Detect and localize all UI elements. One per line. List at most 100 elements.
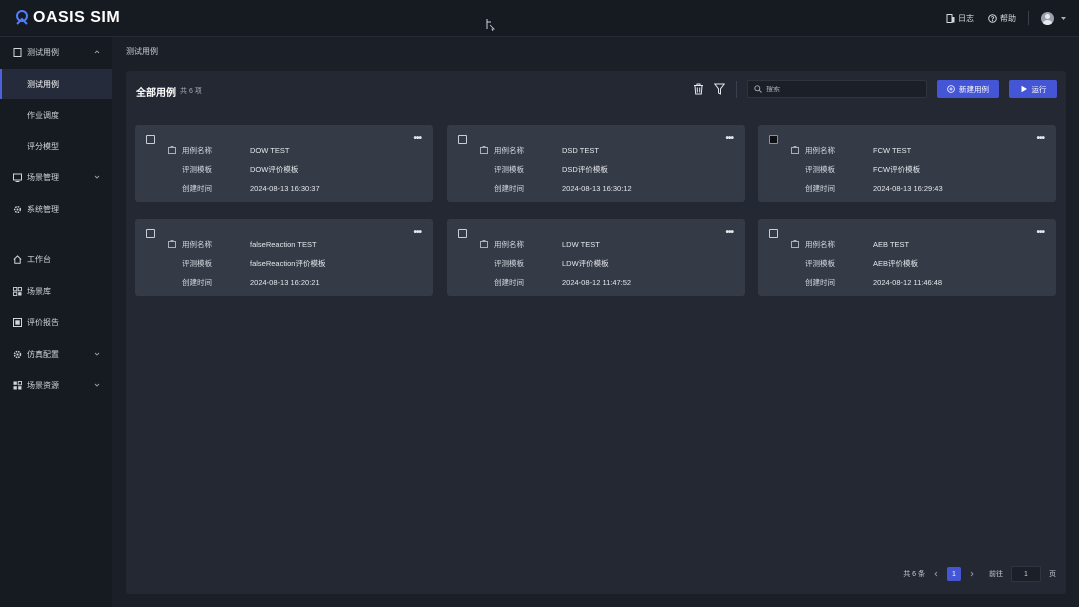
card-created-row: 创建时间 2024-08-13 16:29:43: [791, 183, 943, 193]
case-created: 2024-08-12 11:47:52: [562, 277, 632, 287]
run-button-label: 运行: [1031, 84, 1047, 94]
sidebar-item-scene-library[interactable]: 场景库: [0, 276, 112, 306]
sidebar-item-job-schedule[interactable]: 作业调度: [0, 100, 112, 130]
sidebar-item-test-cases[interactable]: 测试用例: [0, 69, 112, 99]
sidebar-item-scoring-model[interactable]: 评分模型: [0, 131, 112, 161]
new-case-button[interactable]: 新建用例: [937, 80, 999, 98]
document-icon: [946, 13, 955, 23]
case-icon: [480, 240, 488, 248]
gear-icon: [14, 205, 21, 213]
card-checkbox[interactable]: [146, 135, 155, 144]
template-label: 评测模板: [494, 258, 524, 268]
case-created: 2024-08-13 16:30:12: [562, 183, 632, 193]
test-case-card[interactable]: ••• 用例名称 FCW TEST 评测模板 FCW评价模板 创建时间 2024…: [758, 125, 1056, 202]
sidebar-group-scene-management[interactable]: 场景管理: [0, 162, 112, 192]
case-icon: [168, 240, 176, 248]
name-label: 用例名称: [494, 239, 524, 249]
card-checkbox[interactable]: [458, 229, 467, 238]
search-box[interactable]: [747, 80, 927, 98]
card-checkbox[interactable]: [146, 229, 155, 238]
logo-icon: [16, 10, 28, 25]
chevron-down-icon[interactable]: [1060, 15, 1067, 22]
card-created-row: 创建时间 2024-08-13 16:30:12: [480, 183, 632, 193]
created-label: 创建时间: [182, 277, 212, 287]
more-options-icon[interactable]: •••: [725, 227, 733, 238]
search-input[interactable]: [766, 85, 916, 93]
case-created: 2024-08-13 16:29:43: [873, 183, 943, 193]
case-icon: [791, 240, 799, 248]
case-name: AEB TEST: [873, 239, 910, 249]
card-template-row: 评测模板 AEB评价模板: [791, 258, 918, 268]
goto-page-input[interactable]: [1011, 566, 1041, 582]
card-template-row: 评测模板 LDW评价模板: [480, 258, 609, 268]
chevron-left-icon[interactable]: [933, 571, 939, 577]
card-checkbox[interactable]: [458, 135, 467, 144]
created-label: 创建时间: [182, 183, 212, 193]
more-options-icon[interactable]: •••: [1036, 133, 1044, 144]
header-divider: [1028, 11, 1029, 25]
case-icon: [480, 146, 488, 154]
sidebar-item-label: 评分模型: [27, 141, 59, 151]
test-case-card[interactable]: ••• 用例名称 AEB TEST 评测模板 AEB评价模板 创建时间 2024…: [758, 219, 1056, 296]
case-name: DOW TEST: [250, 145, 290, 155]
sidebar-group-label: 仿真配置: [27, 349, 59, 359]
help-icon: [988, 13, 997, 23]
run-button[interactable]: 运行: [1009, 80, 1057, 98]
help-link[interactable]: 帮助: [988, 13, 1016, 24]
card-created-row: 创建时间 2024-08-13 16:30:37: [168, 183, 320, 193]
grid-icon: [13, 286, 22, 296]
more-options-icon[interactable]: •••: [413, 133, 421, 144]
trash-icon[interactable]: [693, 83, 704, 95]
test-case-card[interactable]: ••• 用例名称 DSD TEST 评测模板 DSD评价模板 创建时间 2024…: [447, 125, 745, 202]
sidebar-group-simulation-config[interactable]: 仿真配置: [0, 339, 112, 369]
chevron-right-icon[interactable]: [969, 571, 975, 577]
created-label: 创建时间: [494, 277, 524, 287]
pagination-total: 共 6 条: [903, 571, 925, 578]
search-icon: [754, 85, 762, 93]
name-label: 用例名称: [805, 145, 835, 155]
card-created-row: 创建时间 2024-08-12 11:47:52: [480, 277, 631, 287]
apps-icon: [13, 380, 22, 389]
sidebar-group-label: 测试用例: [27, 47, 59, 57]
sidebar-item-system-management[interactable]: 系统管理: [0, 194, 112, 224]
test-case-card[interactable]: ••• 用例名称 DOW TEST 评测模板 DOW评价模板 创建时间 2024…: [135, 125, 433, 202]
card-name-row: 用例名称 LDW TEST: [480, 239, 600, 249]
log-link[interactable]: 日志: [946, 13, 974, 24]
card-template-row: 评测模板 falseReaction评价模板: [168, 258, 325, 268]
case-created: 2024-08-13 16:20:21: [250, 277, 320, 287]
avatar[interactable]: [1041, 11, 1054, 25]
test-case-card[interactable]: ••• 用例名称 LDW TEST 评测模板 LDW评价模板 创建时间 2024…: [447, 219, 745, 296]
logo[interactable]: OASIS SIM: [14, 9, 120, 27]
more-options-icon[interactable]: •••: [725, 133, 733, 144]
template-label: 评测模板: [494, 164, 524, 174]
page-button-current[interactable]: 1: [947, 567, 961, 581]
chevron-down-icon: [94, 352, 100, 356]
header-actions: 日志 帮助: [946, 10, 1067, 26]
card-checkbox[interactable]: [769, 229, 778, 238]
chevron-up-icon: [94, 50, 100, 54]
more-options-icon[interactable]: •••: [413, 227, 421, 238]
sidebar-group-scene-resources[interactable]: 场景资源: [0, 370, 112, 400]
mouse-cursor-icon: [486, 19, 495, 31]
case-created: 2024-08-13 16:30:37: [250, 183, 320, 193]
sidebar-item-label: 评价报告: [27, 317, 59, 327]
logo-text: OASIS SIM: [33, 9, 121, 26]
card-created-row: 创建时间 2024-08-13 16:20:21: [168, 277, 320, 287]
case-template: DSD评价模板: [562, 164, 608, 174]
case-template: FCW评价模板: [873, 164, 921, 174]
test-case-panel: 全部用例 共 6 项 新建用例 运行 ••• 用例名称 DOW TEST 评测模…: [126, 71, 1066, 594]
goto-label: 前往: [989, 571, 1003, 578]
test-case-card[interactable]: ••• 用例名称 falseReaction TEST 评测模板 falseRe…: [135, 219, 433, 296]
created-label: 创建时间: [805, 277, 835, 287]
monitor-icon: [13, 173, 22, 182]
more-options-icon[interactable]: •••: [1036, 227, 1044, 238]
sidebar-item-label: 工作台: [27, 254, 51, 264]
card-name-row: 用例名称 DSD TEST: [480, 145, 599, 155]
filter-icon[interactable]: [714, 83, 725, 95]
card-checkbox[interactable]: [769, 135, 778, 144]
template-label: 评测模板: [182, 258, 212, 268]
card-name-row: 用例名称 falseReaction TEST: [168, 239, 317, 249]
sidebar-group-test-cases[interactable]: 测试用例: [0, 37, 112, 67]
sidebar-item-workbench[interactable]: 工作台: [0, 244, 112, 274]
sidebar-item-evaluation-report[interactable]: 评价报告: [0, 307, 112, 337]
